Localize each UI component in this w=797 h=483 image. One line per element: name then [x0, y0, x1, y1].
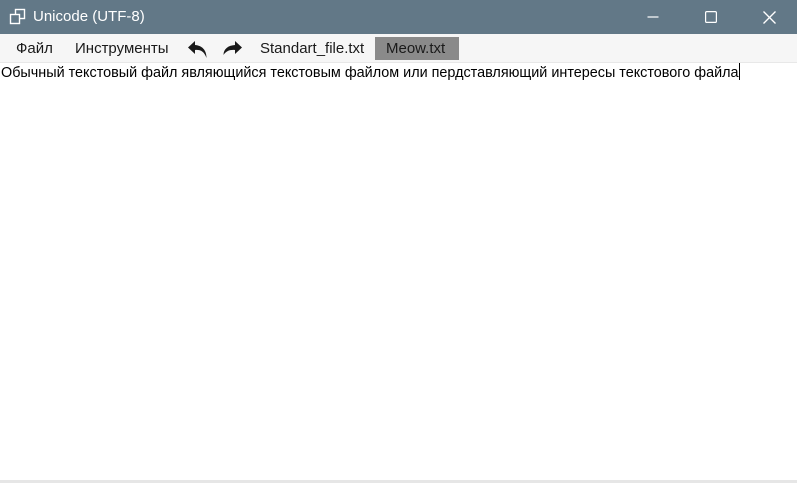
editor-text: Обычный текстовый файл являющийся тексто…	[1, 65, 739, 81]
editor-content[interactable]: Обычный текстовый файл являющийся тексто…	[1, 63, 740, 82]
menu-file[interactable]: Файл	[8, 37, 61, 60]
text-caret	[738, 63, 740, 80]
menu-tools[interactable]: Инструменты	[67, 37, 177, 60]
close-button[interactable]	[740, 0, 797, 34]
redo-arrow-icon	[223, 41, 242, 55]
undo-arrow-icon	[188, 41, 207, 58]
minimize-icon	[647, 11, 659, 23]
redo-button[interactable]	[219, 38, 245, 60]
menu-bar: Файл Инструменты Standart_file.txt Meow.…	[0, 34, 797, 63]
tab-meow-active[interactable]: Meow.txt	[375, 37, 459, 60]
tab-standart-file[interactable]: Standart_file.txt	[249, 37, 375, 60]
undo-button[interactable]	[185, 38, 211, 60]
app-window: Unicode (UTF-8) Файл Инструменты Standar…	[0, 0, 797, 483]
text-editor-area[interactable]: Обычный текстовый файл являющийся тексто…	[0, 63, 797, 479]
maximize-button[interactable]	[682, 0, 740, 34]
maximize-icon	[705, 11, 717, 23]
window-title: Unicode (UTF-8)	[33, 8, 145, 25]
minimize-button[interactable]	[624, 0, 682, 34]
title-bar[interactable]: Unicode (UTF-8)	[0, 0, 797, 34]
restore-windows-icon	[9, 8, 26, 25]
close-icon	[762, 10, 776, 24]
